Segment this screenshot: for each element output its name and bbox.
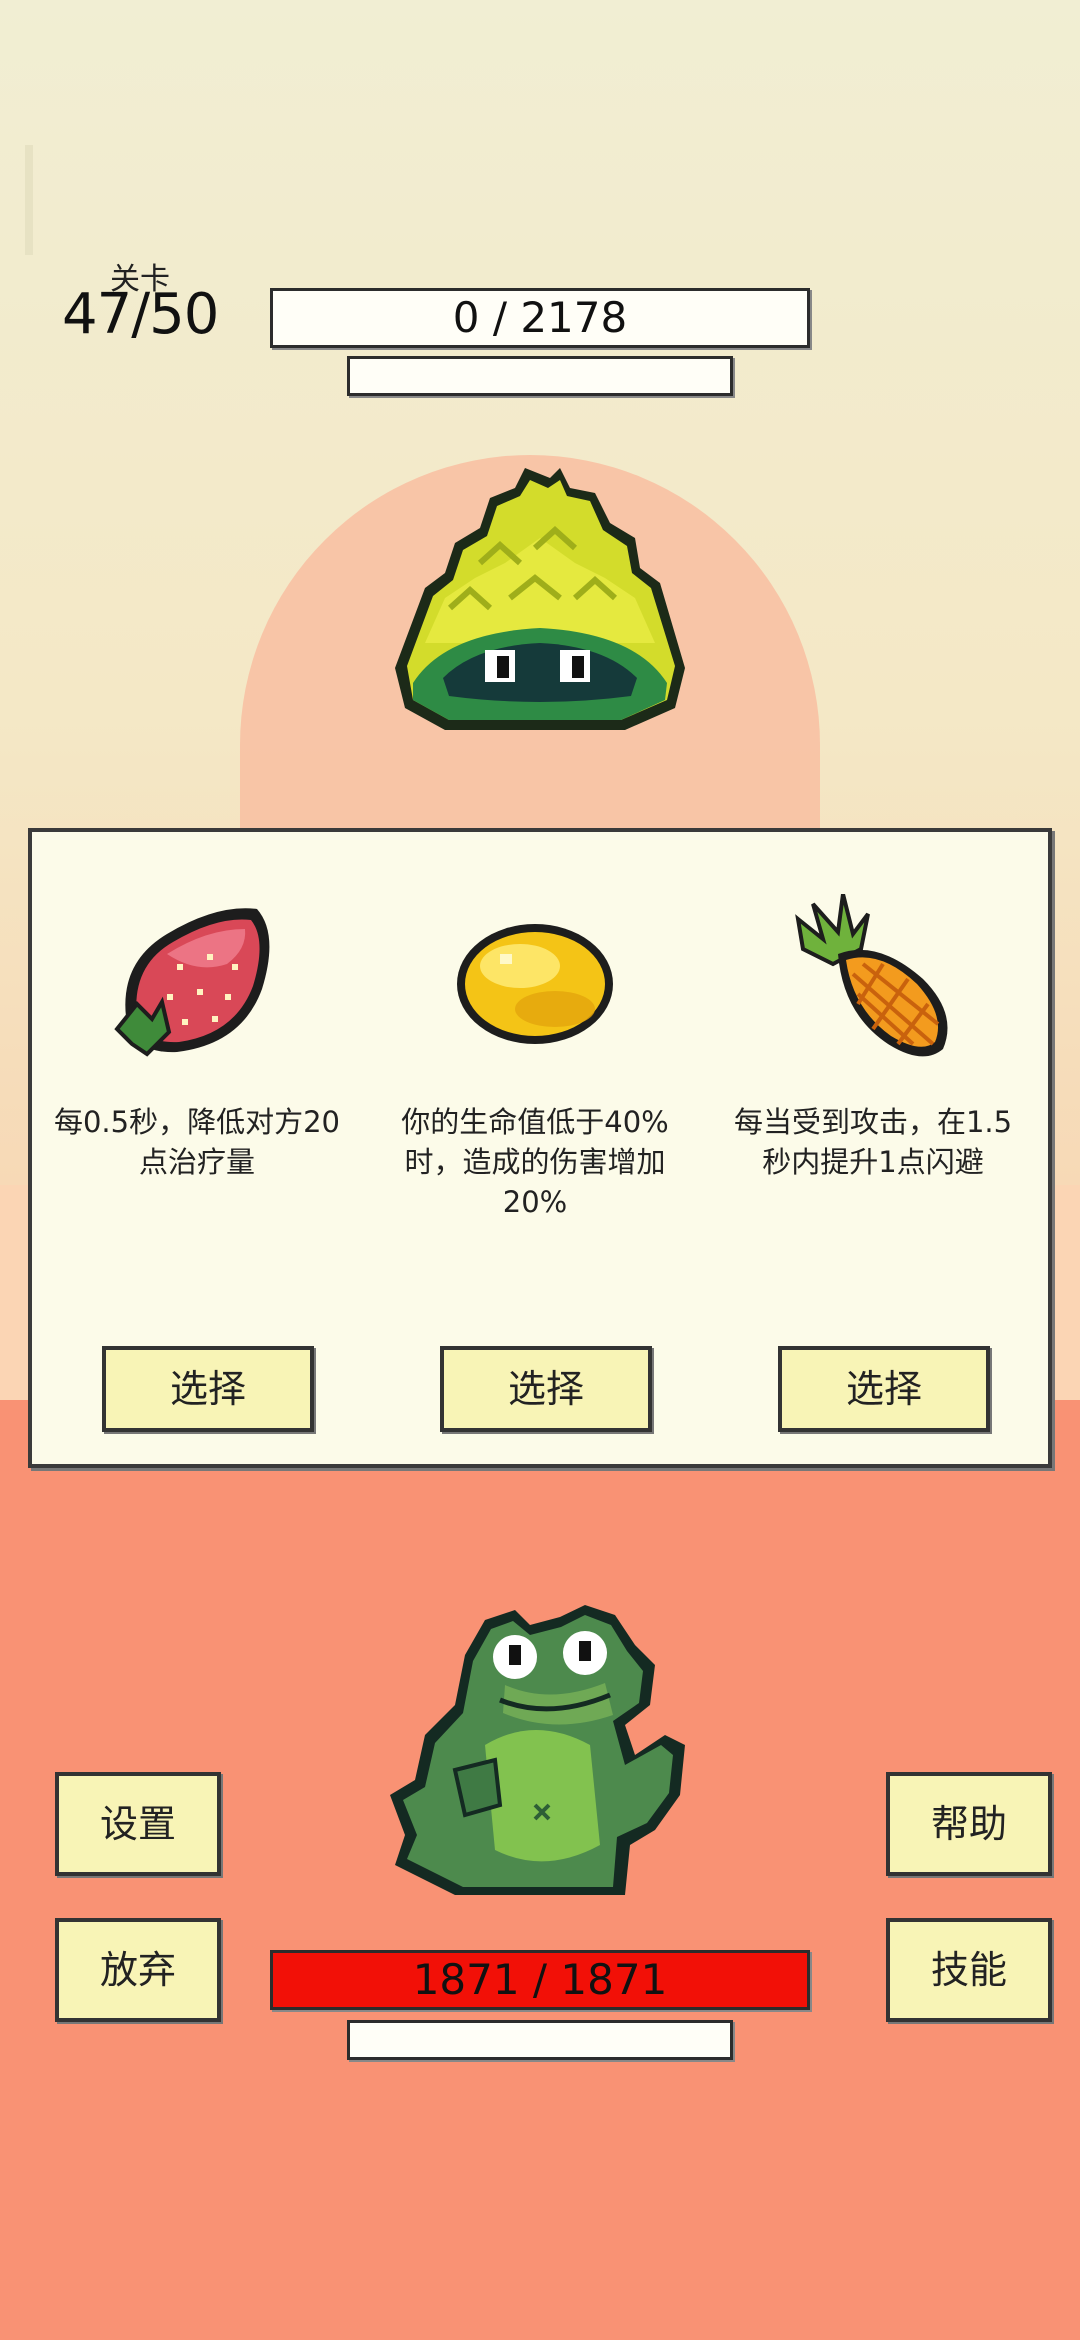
help-button[interactable]: 帮助 (886, 1772, 1052, 1876)
settings-button[interactable]: 设置 (55, 1772, 221, 1876)
choice-card-1: 每0.5秒，降低对方20点治疗量 选择 (32, 832, 362, 1468)
choice-card-2: 你的生命值低于40%时，造成的伤害增加20% 选择 (370, 832, 700, 1468)
choice-panel: 每0.5秒，降低对方20点治疗量 选择 你的生命值低于40%时，造成的伤害增加2… (28, 828, 1052, 1468)
strawberry-icon (114, 908, 270, 1057)
level-value: 47/50 (62, 282, 219, 347)
enemy-secondary-bar (347, 356, 733, 396)
choice-card-3: 每当受到攻击，在1.5秒内提升1点闪避 选择 (708, 832, 1038, 1468)
choice-description: 每当受到攻击，在1.5秒内提升1点闪避 (733, 1105, 1013, 1179)
player-hp-text: 1871 / 1871 (412, 1955, 668, 2004)
choice-description: 每0.5秒，降低对方20点治疗量 (53, 1105, 341, 1179)
player-hp-bar: 1871 / 1871 (270, 1950, 810, 2010)
enemy-hp-bar: 0 / 2178 (270, 288, 810, 348)
select-button-2[interactable]: 选择 (440, 1346, 652, 1432)
player-secondary-bar (347, 2020, 733, 2060)
pineapple-icon (795, 894, 948, 1057)
select-button-1[interactable]: 选择 (102, 1346, 314, 1432)
skills-button[interactable]: 技能 (886, 1918, 1052, 2022)
lemon-icon (457, 924, 613, 1044)
enemy-hp-text: 0 / 2178 (452, 293, 628, 342)
player-frog-sprite (390, 1605, 685, 1895)
give-up-button[interactable]: 放弃 (55, 1918, 221, 2022)
enemy-slime-sprite (395, 468, 685, 730)
choice-description: 你的生命值低于40%时，造成的伤害增加20% (401, 1105, 669, 1219)
select-button-3[interactable]: 选择 (778, 1346, 990, 1432)
edge-mark (25, 145, 33, 255)
